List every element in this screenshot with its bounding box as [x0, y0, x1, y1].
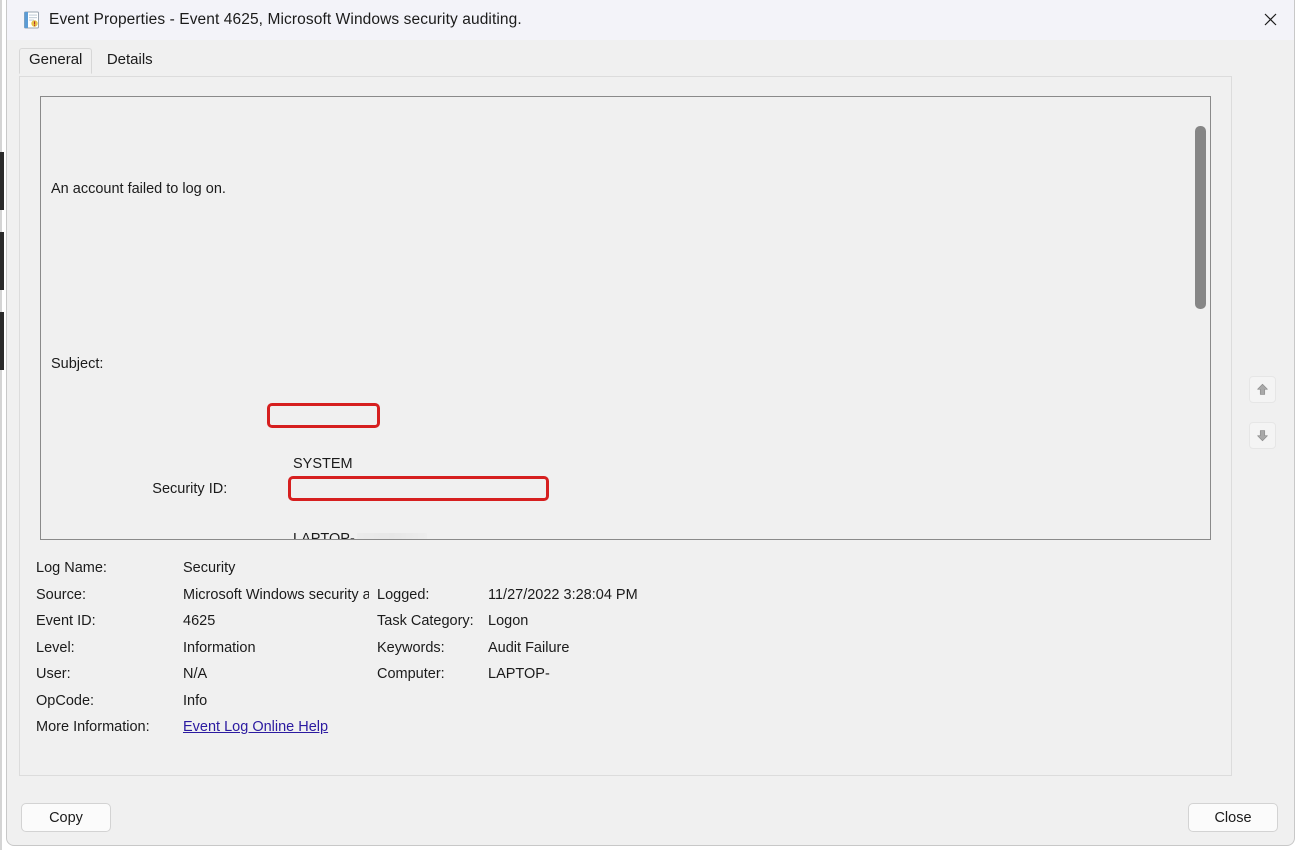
close-icon: [1264, 13, 1276, 25]
window-left-edge: [0, 0, 2, 850]
tab-details[interactable]: Details: [97, 48, 163, 73]
log-name-label: Log Name:: [36, 560, 107, 576]
keywords-label: Keywords:: [377, 639, 445, 656]
title-bar: Event Properties - Event 4625, Microsoft…: [7, 0, 1294, 40]
description-scrollbar-thumb[interactable]: [1195, 126, 1206, 309]
background-window-bleed: [0, 312, 4, 370]
meta-row-level-keywords: Level: Information Keywords: Audit Failu…: [36, 640, 1216, 667]
arrow-up-icon: [1257, 383, 1268, 395]
close-button[interactable]: Close: [1188, 803, 1278, 832]
background-window-bleed: [0, 232, 4, 290]
keywords-value: Audit Failure: [488, 639, 570, 656]
background-window-bleed: [0, 152, 4, 210]
general-tab-panel: An account failed to log on. Subject: Se…: [19, 76, 1232, 776]
meta-row-opcode: OpCode: Info: [36, 693, 1216, 720]
user-value: N/A: [183, 666, 208, 682]
level-value: Information: [183, 639, 256, 656]
copy-button[interactable]: Copy: [21, 803, 111, 832]
opcode-value: Info: [183, 692, 208, 709]
event-metadata: Log Name: Security Source: Microsoft Win…: [36, 560, 1216, 746]
desc-row-security-id: Security ID: SYSTEM: [152, 456, 353, 497]
tab-general[interactable]: General: [19, 48, 93, 74]
desc-row-account-name: Account Name: LAPTOP-: [51, 527, 1186, 539]
more-information-label: More Information:: [36, 719, 150, 735]
tab-strip: General Details: [19, 48, 163, 78]
logged-value: 11/27/2022 3:28:04 PM: [488, 586, 638, 603]
desc-headline: An account failed to log on.: [51, 181, 226, 197]
user-label: User:: [36, 666, 71, 682]
source-label: Source:: [36, 586, 86, 603]
event-description-text: An account failed to log on. Subject: Se…: [51, 102, 1186, 539]
computer-label: Computer:: [377, 666, 445, 682]
redacted-text: [356, 532, 427, 539]
meta-row-log-name: Log Name: Security: [36, 560, 1216, 587]
window-title: Event Properties - Event 4625, Microsoft…: [49, 11, 522, 28]
event-id-value: 4625: [183, 613, 216, 629]
previous-event-button[interactable]: [1249, 376, 1276, 403]
level-label: Level:: [36, 639, 75, 656]
meta-row-event-id-task-category: Event ID: 4625 Task Category: Logon: [36, 613, 1216, 640]
event-properties-dialog: Event Properties - Event 4625, Microsoft…: [6, 0, 1295, 846]
next-event-button[interactable]: [1249, 422, 1276, 449]
computer-value: LAPTOP-: [488, 666, 550, 682]
arrow-down-icon: [1257, 430, 1268, 442]
event-log-online-help-link[interactable]: Event Log Online Help: [183, 719, 328, 735]
meta-row-more-information: More Information: Event Log Online Help: [36, 719, 1216, 746]
task-category-value: Logon: [488, 613, 529, 629]
event-id-label: Event ID:: [36, 613, 96, 629]
meta-row-user-computer: User: N/A Computer: LAPTOP-: [36, 666, 1216, 693]
opcode-label: OpCode:: [36, 692, 95, 709]
meta-row-source-logged: Source: Microsoft Windows security a Log…: [36, 587, 1216, 614]
logged-label: Logged:: [377, 586, 430, 603]
description-scrollbar[interactable]: [1192, 98, 1209, 539]
source-value: Microsoft Windows security a: [183, 586, 369, 603]
desc-section-subject: Subject:: [51, 356, 104, 372]
close-window-button[interactable]: [1246, 0, 1294, 38]
log-name-value: Security: [183, 560, 236, 576]
task-category-label: Task Category:: [377, 613, 474, 629]
event-description-box[interactable]: An account failed to log on. Subject: Se…: [40, 96, 1211, 540]
event-viewer-icon: [23, 11, 41, 29]
desc-spacer: [51, 252, 1186, 277]
